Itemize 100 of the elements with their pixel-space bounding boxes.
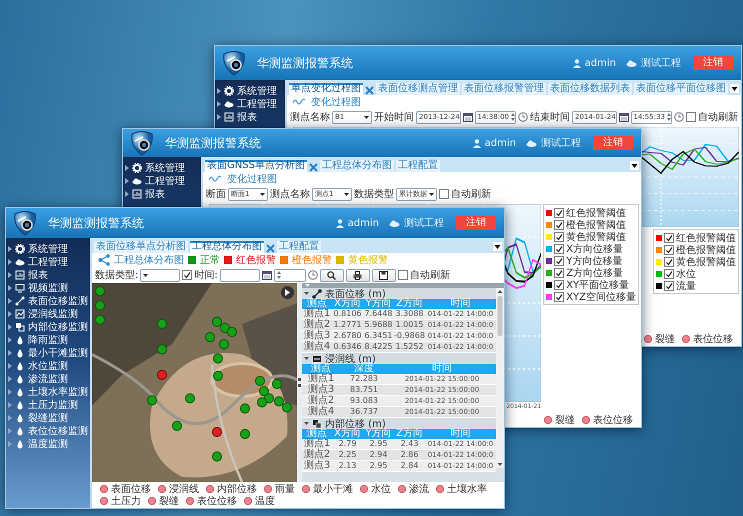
sidebar-item[interactable]: 系统管理 (6, 242, 90, 255)
splitter-handle[interactable] (297, 283, 302, 482)
expand-arrow-icon[interactable] (8, 298, 12, 304)
sidebar-item[interactable]: 渗流监测 (6, 372, 90, 385)
sidebar-item[interactable]: 报表 (6, 268, 90, 281)
legend-checkbox[interactable] (664, 244, 674, 254)
tab[interactable]: 表面位移数据列表 (548, 83, 632, 95)
expand-arrow-icon[interactable] (8, 246, 12, 252)
dropdown-icon[interactable] (630, 161, 639, 170)
expand-arrow-icon[interactable] (217, 100, 221, 106)
time-field[interactable] (274, 268, 306, 282)
date-field[interactable] (220, 268, 260, 282)
sidebar-item[interactable]: 表面位移监测 (6, 294, 90, 307)
tab[interactable]: 表面GNSS单点分析图 (205, 160, 307, 172)
expand-arrow-icon[interactable] (8, 324, 12, 330)
search-button[interactable] (320, 268, 344, 282)
layer-toggle[interactable]: 表位位移 (682, 333, 733, 345)
sidebar-item[interactable]: 温度监测 (6, 437, 90, 450)
legend-checkbox[interactable] (554, 244, 564, 254)
checkbox[interactable] (439, 189, 449, 199)
scrollbar[interactable] (496, 288, 504, 468)
print-button[interactable] (346, 268, 370, 282)
close-icon[interactable] (365, 86, 374, 95)
checkbox[interactable] (182, 270, 192, 280)
layer-toggle[interactable]: 温度 (244, 495, 275, 507)
tab[interactable]: 工程总体分布图 (320, 160, 394, 172)
sidebar-item[interactable]: 系统管理 (123, 161, 201, 174)
clock-icon[interactable] (308, 270, 318, 280)
checkbox[interactable] (686, 112, 696, 122)
layer-toggle[interactable]: 表位位移 (186, 495, 237, 507)
layer-toggle[interactable]: 水位 (360, 483, 391, 495)
layer-toggle[interactable]: 表面位移 (100, 483, 151, 495)
tab[interactable]: 工程配置 (396, 160, 440, 172)
sidebar-item[interactable]: 水位监测 (6, 359, 90, 372)
logout-button[interactable]: 注销 (693, 56, 733, 70)
calendar-icon[interactable] (262, 270, 272, 280)
sidebar-item[interactable]: 工程管理 (6, 255, 90, 268)
expand-arrow-icon[interactable] (8, 258, 12, 264)
save-button[interactable] (372, 268, 396, 282)
checkbox[interactable] (398, 270, 408, 280)
dropdown-field[interactable] (140, 268, 180, 282)
section-header[interactable]: 浸润线 (m) (302, 353, 496, 364)
legend-checkbox[interactable] (554, 256, 564, 266)
sidebar-item[interactable]: 工程管理 (123, 174, 201, 187)
expand-arrow-icon[interactable] (8, 310, 12, 316)
tab[interactable]: 表面位移平面位移图 (634, 83, 728, 95)
sidebar-item[interactable]: 系统管理 (215, 84, 285, 97)
legend-checkbox[interactable] (554, 292, 564, 302)
layer-toggle[interactable]: 浸润线 (158, 483, 199, 495)
legend-checkbox[interactable] (554, 232, 564, 242)
tab[interactable]: 表面位移测点管理 (376, 83, 460, 95)
layer-toggle[interactable]: 表位位移 (582, 414, 633, 426)
expand-arrow-icon[interactable] (8, 284, 12, 290)
expand-arrow-icon[interactable] (8, 362, 12, 368)
sidebar-item[interactable]: 土压力监测 (6, 398, 90, 411)
spinner-icon[interactable] (276, 271, 281, 279)
sidebar-item[interactable]: 工程管理 (215, 97, 285, 110)
sidebar-item[interactable]: 视频监测 (6, 281, 90, 294)
layer-toggle[interactable]: 最小干滩 (302, 483, 353, 495)
layer-toggle[interactable]: 裂缝 (644, 333, 675, 345)
dropdown-icon[interactable] (493, 242, 502, 251)
clock-icon[interactable] (518, 112, 528, 122)
expand-arrow-icon[interactable] (8, 272, 12, 278)
expand-arrow-icon[interactable] (217, 114, 221, 120)
tab[interactable]: 表面位移单点分析图 (94, 241, 188, 253)
expand-arrow-icon[interactable] (8, 388, 12, 394)
legend-checkbox[interactable] (554, 280, 564, 290)
sidebar-item[interactable]: 降雨监测 (6, 333, 90, 346)
layer-toggle[interactable]: 土压力 (100, 495, 141, 507)
layer-toggle[interactable]: 雨量 (264, 483, 295, 495)
expand-arrow-icon[interactable] (8, 376, 12, 382)
sidebar-item[interactable]: 最小干滩监测 (6, 346, 90, 359)
expand-arrow-icon[interactable] (217, 88, 221, 94)
legend-checkbox[interactable] (554, 208, 564, 218)
clock-icon[interactable] (674, 112, 684, 122)
dropdown-icon[interactable] (730, 84, 739, 93)
map-drawing[interactable] (92, 283, 297, 482)
expand-arrow-icon[interactable] (8, 350, 12, 356)
expand-arrow-icon[interactable] (8, 402, 12, 408)
spinner-icon[interactable] (666, 113, 671, 121)
sidebar-item[interactable]: 土壤水率监测 (6, 385, 90, 398)
logout-button[interactable]: 注销 (456, 216, 496, 230)
expand-arrow-icon[interactable] (8, 336, 12, 342)
legend-checkbox[interactable] (554, 268, 564, 278)
logout-button[interactable]: 注销 (593, 136, 633, 150)
sidebar-item[interactable]: 裂缝监测 (6, 411, 90, 424)
close-icon[interactable] (308, 163, 318, 172)
layer-toggle[interactable]: 裂缝 (148, 495, 179, 507)
layer-toggle[interactable]: 土壤水率 (436, 483, 487, 495)
layer-toggle[interactable]: 裂缝 (544, 414, 575, 426)
section-header[interactable]: 表面位移 (m) (302, 288, 496, 299)
sidebar-item[interactable]: 内部位移监测 (6, 320, 90, 333)
sidebar-item[interactable]: 表位位移监测 (6, 424, 90, 437)
tab[interactable]: 工程配置 (277, 241, 321, 253)
expand-arrow-icon[interactable] (125, 178, 129, 184)
legend-checkbox[interactable] (664, 232, 674, 242)
expand-arrow-icon[interactable] (125, 190, 129, 196)
legend-checkbox[interactable] (664, 256, 674, 266)
legend-checkbox[interactable] (664, 280, 674, 290)
calendar-icon[interactable] (618, 112, 629, 122)
